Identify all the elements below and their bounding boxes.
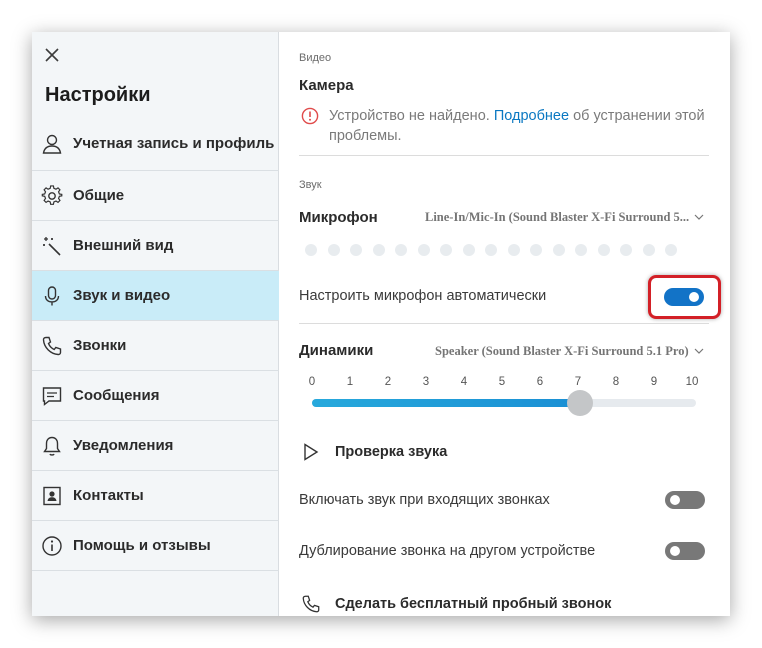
volume-slider-thumb[interactable] [567, 390, 593, 416]
warning-prefix: Устройство не найдено. [329, 108, 490, 124]
mic-level-dot [350, 244, 362, 256]
settings-window: Настройки Учетная запись и профиль Общие… [32, 32, 730, 616]
sidebar-item-label: Учетная запись и профиль [73, 135, 275, 152]
mic-level-dot [417, 244, 430, 256]
mic-level-dot [327, 244, 340, 256]
mic-level-dot [642, 244, 655, 256]
mic-level-dot [462, 244, 475, 256]
volume-tick-label: 8 [612, 376, 620, 388]
mic-level-dot [507, 244, 520, 256]
mic-level-dot [485, 244, 497, 256]
microphone-device-select[interactable]: Line-In/Mic-In (Sound Blaster X-Fi Surro… [425, 210, 704, 225]
sound-section-label: Звук [299, 179, 322, 191]
sidebar-item-label: Уведомления [73, 436, 174, 454]
volume-slider-fill [312, 399, 580, 407]
test-sound-button[interactable]: Проверка звука [301, 442, 447, 462]
sidebar-item-account[interactable]: Учетная запись и профиль [32, 118, 279, 171]
speakers-device-value: Speaker (Sound Blaster X-Fi Surround 5.1… [435, 344, 689, 358]
volume-ticks: 0 1 2 3 4 5 6 7 8 9 10 [307, 376, 699, 392]
sidebar-item-label: Звонки [73, 336, 127, 354]
divider [299, 155, 709, 156]
volume-tick-label: 0 [308, 376, 316, 388]
message-icon [40, 384, 64, 408]
sidebar-item-audio-video[interactable]: Звук и видео [32, 271, 279, 321]
divider [299, 323, 709, 324]
incoming-calls-toggle[interactable] [665, 491, 705, 509]
mic-level-dot [665, 244, 677, 256]
phone-icon [301, 594, 321, 614]
sidebar-title: Настройки [45, 84, 151, 106]
camera-warning-text: Устройство не найдено. Подробнее об устр… [329, 106, 711, 146]
microphone-device-value: Line-In/Mic-In (Sound Blaster X-Fi Surro… [425, 210, 690, 224]
mic-level-dot [597, 244, 610, 256]
auto-mic-toggle[interactable] [664, 288, 704, 306]
contacts-icon [40, 484, 64, 508]
sidebar-item-help[interactable]: Помощь и отзывы [32, 521, 279, 571]
sidebar-item-label: Сообщения [73, 386, 160, 404]
volume-slider[interactable] [312, 390, 696, 416]
duplicate-ring-toggle[interactable] [665, 542, 705, 560]
settings-nav: Учетная запись и профиль Общие Внешний в… [32, 118, 279, 571]
speakers-heading: Динамики [299, 342, 374, 359]
volume-tick-label: 7 [574, 376, 582, 388]
gear-icon [40, 184, 64, 208]
mic-level-dot [395, 244, 407, 256]
speakers-device-select[interactable]: Speaker (Sound Blaster X-Fi Surround 5.1… [435, 344, 704, 359]
bell-icon [40, 434, 64, 458]
sidebar-item-calls[interactable]: Звонки [32, 321, 279, 371]
toggle-knob [670, 546, 680, 556]
volume-tick-label: 9 [650, 376, 658, 388]
volume-tick-label: 6 [536, 376, 544, 388]
test-sound-label: Проверка звука [335, 444, 448, 460]
magic-wand-icon [40, 234, 64, 258]
microphone-level-meter [305, 244, 688, 256]
sidebar-item-notifications[interactable]: Уведомления [32, 421, 279, 471]
settings-content: Видео Камера Устройство не найдено. Подр… [279, 32, 730, 616]
sidebar-item-label: Помощь и отзывы [73, 536, 211, 554]
play-icon [301, 442, 321, 462]
sidebar-item-messages[interactable]: Сообщения [32, 371, 279, 421]
test-call-label: Сделать бесплатный пробный звонок [335, 596, 612, 612]
mic-level-dot [372, 244, 385, 256]
mic-level-dot [620, 244, 632, 256]
sidebar-item-contacts[interactable]: Контакты [32, 471, 279, 521]
chevron-down-icon [694, 210, 704, 225]
microphone-icon [40, 284, 64, 308]
mic-level-dot [440, 244, 452, 256]
chevron-down-icon [694, 344, 704, 359]
volume-tick-label: 2 [384, 376, 392, 388]
sidebar-item-appearance[interactable]: Внешний вид [32, 221, 279, 271]
test-call-button[interactable]: Сделать бесплатный пробный звонок [301, 594, 611, 614]
sidebar-item-label: Звук и видео [73, 286, 171, 304]
sidebar-item-label: Общие [73, 186, 125, 204]
mic-level-dot [552, 244, 565, 256]
volume-tick-label: 1 [346, 376, 354, 388]
volume-tick-label: 5 [498, 376, 506, 388]
person-icon [40, 132, 64, 156]
camera-heading: Камера [299, 77, 354, 94]
incoming-calls-label: Включать звук при входящих звонках [299, 492, 550, 508]
volume-tick-label: 10 [685, 376, 699, 388]
camera-warning: Устройство не найдено. Подробнее об устр… [301, 106, 711, 146]
info-icon [40, 534, 64, 558]
mic-level-dot [305, 244, 317, 256]
sidebar-item-label: Внешний вид [73, 236, 174, 254]
duplicate-ring-label: Дублирование звонка на другом устройстве [299, 543, 596, 559]
mic-level-dot [530, 244, 542, 256]
auto-mic-label: Настроить микрофон автоматически [299, 288, 547, 304]
close-icon[interactable] [42, 45, 62, 65]
warning-icon [301, 107, 319, 125]
troubleshoot-link[interactable]: Подробнее [494, 108, 569, 124]
volume-tick-label: 3 [422, 376, 430, 388]
sidebar-item-general[interactable]: Общие [32, 171, 279, 221]
mic-level-dot [575, 244, 587, 256]
phone-icon [40, 334, 64, 358]
volume-tick-label: 4 [460, 376, 468, 388]
toggle-knob [670, 495, 680, 505]
sidebar-item-label: Контакты [73, 486, 144, 504]
toggle-knob [689, 292, 699, 302]
video-section-label: Видео [299, 52, 332, 64]
microphone-heading: Микрофон [299, 209, 378, 226]
settings-sidebar: Настройки Учетная запись и профиль Общие… [32, 32, 279, 616]
